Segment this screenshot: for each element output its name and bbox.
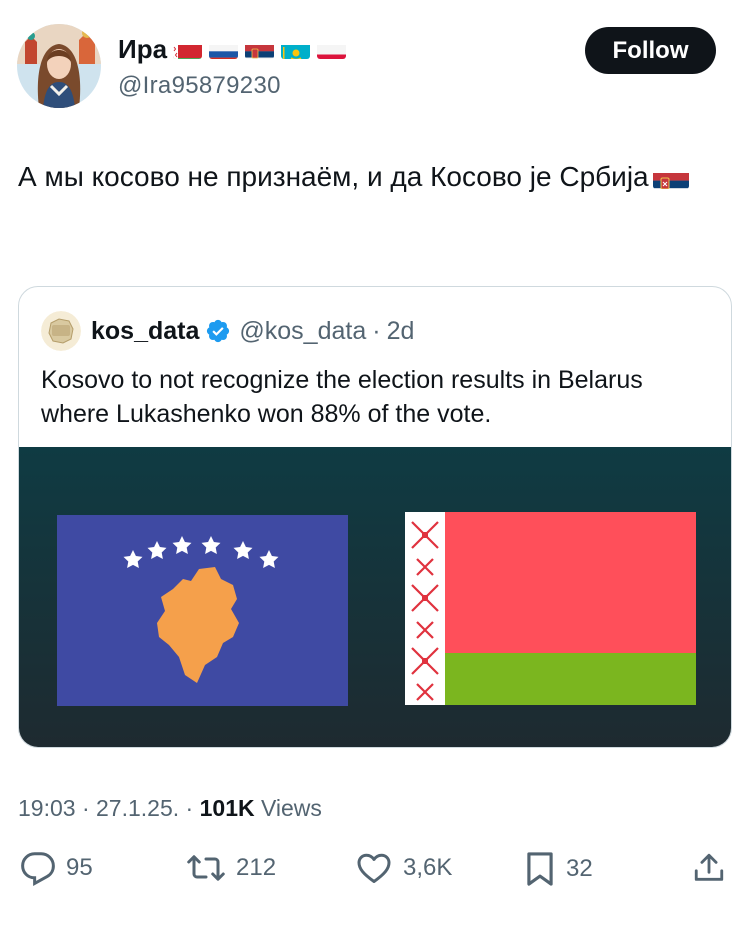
author-handle[interactable]: @Ira95879230 [118,72,281,100]
tweet-text: А мы косово не признаём, и да Косово је … [18,156,718,198]
repost-count: 212 [236,854,277,881]
follow-button[interactable]: Follow [585,27,716,74]
author-display-name: Ира [118,34,168,64]
tweet-time[interactable]: 19:03 [18,795,76,821]
like-button[interactable]: 3,6K [355,850,452,886]
like-count: 3,6K [403,854,453,881]
belarus-flag [405,512,696,705]
bookmark-count: 32 [566,855,593,882]
views-count: 101K [199,795,255,821]
russia-flag-emoji [209,40,239,59]
reply-button[interactable]: 95 [20,850,93,886]
author-name[interactable]: Ира [118,34,347,65]
share-button[interactable] [692,850,726,886]
quote-timestamp[interactable]: 2d [387,317,415,346]
share-icon [692,850,726,886]
views-label: Views [254,795,322,821]
serbia-flag-emoji [245,40,275,59]
quote-media-image[interactable] [19,447,731,747]
quoted-tweet-card[interactable]: kos_data @kos_data · 2d Kosovo to not re… [18,286,732,748]
repost-icon [186,850,226,886]
tweet-text-content: А мы косово не признаём, и да Косово је … [18,161,649,192]
reply-icon [20,850,56,886]
quote-separator: · [372,316,381,345]
tweet-date[interactable]: 27.1.25. [96,795,179,821]
meta-separator: · [179,795,200,821]
kazakhstan-flag-emoji [281,40,311,59]
meta-separator: · [75,795,97,821]
quote-author-handle[interactable]: @kos_data [239,317,366,346]
bookmark-icon [524,850,556,888]
action-bar: 95 212 3,6K 32 [0,850,750,904]
quote-author-name[interactable]: kos_data [91,317,199,346]
tweet-meta: 19:03 · 27.1.25. · 101K Views [18,795,322,822]
heart-icon [355,850,393,886]
verified-badge-icon [205,318,231,344]
quote-header: kos_data @kos_data · 2d [41,311,414,351]
bookmark-button[interactable]: 32 [524,850,593,888]
reply-count: 95 [66,854,93,881]
quote-text: Kosovo to not recognize the election res… [41,366,643,428]
author-avatar[interactable] [17,24,101,108]
serbia-flag-emoji [652,166,689,189]
repost-button[interactable]: 212 [186,850,276,886]
belarus-flag-emoji [173,40,203,59]
quote-avatar[interactable] [41,311,81,351]
kosovo-flag [57,515,348,706]
poland-flag-emoji [317,40,347,59]
